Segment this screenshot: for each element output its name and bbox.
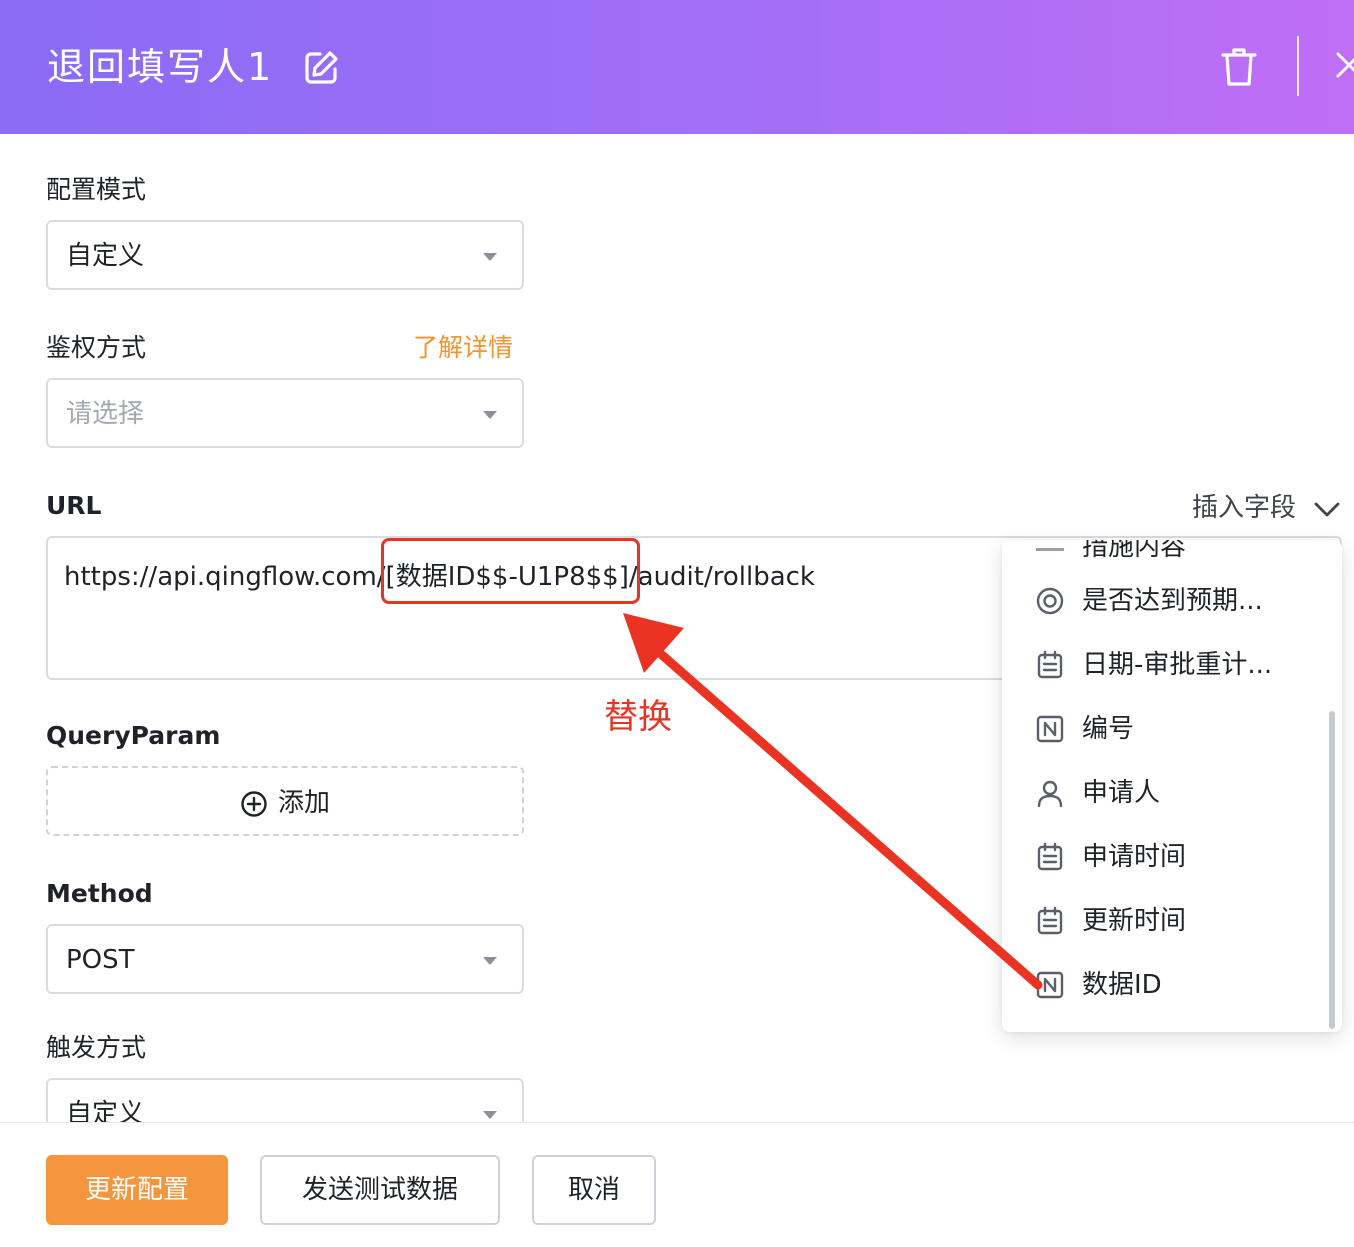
insert-field-button[interactable]: 插入字段 [1192, 490, 1296, 526]
caret-down-icon [483, 957, 497, 965]
method-select[interactable]: POST [46, 924, 524, 994]
chevron-down-icon[interactable] [1312, 494, 1342, 524]
person-icon [1037, 780, 1063, 808]
field-option-applicant[interactable]: 申请人 [1002, 762, 1332, 826]
field-option-label: 申请时间 [1082, 842, 1187, 872]
config-mode-select[interactable]: 自定义 [46, 220, 524, 290]
calendar-icon [1037, 650, 1063, 679]
learn-more-link[interactable]: 了解详情 [413, 330, 513, 366]
insert-field-dropdown: 措施内容 是否达到预期... 日期-审批重计... 编号 申请人 申请时间 更新… [1002, 540, 1342, 1032]
method-value: POST [66, 945, 135, 975]
header-divider [1297, 36, 1299, 96]
drawer-footer: 更新配置 发送测试数据 取消 [0, 1122, 1354, 1247]
drawer-title: 退回填写人1 [47, 45, 274, 89]
caret-down-icon [483, 253, 497, 261]
close-icon[interactable] [1334, 50, 1354, 80]
calendar-icon [1037, 906, 1063, 935]
field-option-serial-number[interactable]: 编号 [1002, 698, 1332, 762]
annotation-highlight-box [381, 538, 640, 604]
number-icon [1036, 971, 1064, 999]
field-option-label: 更新时间 [1082, 906, 1187, 936]
field-option-label: 措施内容 [1082, 540, 1187, 562]
field-option-label: 编号 [1082, 714, 1135, 744]
add-label: 添加 [278, 788, 331, 818]
auth-mode-select[interactable]: 请选择 [46, 378, 524, 448]
number-icon [1036, 715, 1064, 743]
caret-down-icon [483, 411, 497, 419]
field-option-label: 日期-审批重计... [1082, 650, 1273, 680]
auth-mode-label: 鉴权方式 [46, 333, 147, 362]
caret-down-icon [483, 1111, 497, 1119]
annotation-replace-text: 替换 [604, 697, 672, 737]
url-label: URL [46, 491, 102, 520]
update-config-button[interactable]: 更新配置 [46, 1155, 228, 1225]
url-prefix: https://api.qingflow.com/ [64, 562, 386, 592]
url-suffix: /audit/rollback [628, 562, 815, 592]
field-option-expected[interactable]: 是否达到预期... [1002, 570, 1332, 634]
field-option-label: 数据ID [1082, 970, 1162, 1000]
auth-mode-placeholder: 请选择 [66, 399, 145, 429]
field-option-label: 是否达到预期... [1082, 586, 1263, 616]
config-mode-value: 自定义 [66, 241, 145, 271]
field-option-label: 申请人 [1082, 778, 1161, 808]
field-option-update-time[interactable]: 更新时间 [1002, 890, 1332, 954]
calendar-icon [1037, 842, 1063, 871]
query-param-label: QueryParam [46, 721, 221, 750]
field-option-date-recount[interactable]: 日期-审批重计... [1002, 634, 1332, 698]
field-option-apply-time[interactable]: 申请时间 [1002, 826, 1332, 890]
cancel-button[interactable]: 取消 [532, 1155, 656, 1225]
radio-icon [1036, 587, 1064, 615]
text-icon [1036, 548, 1064, 551]
trigger-label: 触发方式 [46, 1033, 147, 1062]
method-label: Method [46, 879, 153, 908]
trash-icon[interactable] [1220, 46, 1258, 88]
send-test-data-button[interactable]: 发送测试数据 [260, 1155, 500, 1225]
drawer-header: 退回填写人1 [0, 0, 1354, 134]
plus-circle-icon [241, 791, 267, 817]
edit-icon[interactable] [301, 48, 341, 88]
dropdown-scrollbar[interactable] [1329, 711, 1335, 1029]
add-query-param-button[interactable]: 添加 [46, 766, 524, 836]
field-option-data-id[interactable]: 数据ID [1002, 954, 1332, 1018]
config-mode-label: 配置模式 [46, 175, 147, 204]
